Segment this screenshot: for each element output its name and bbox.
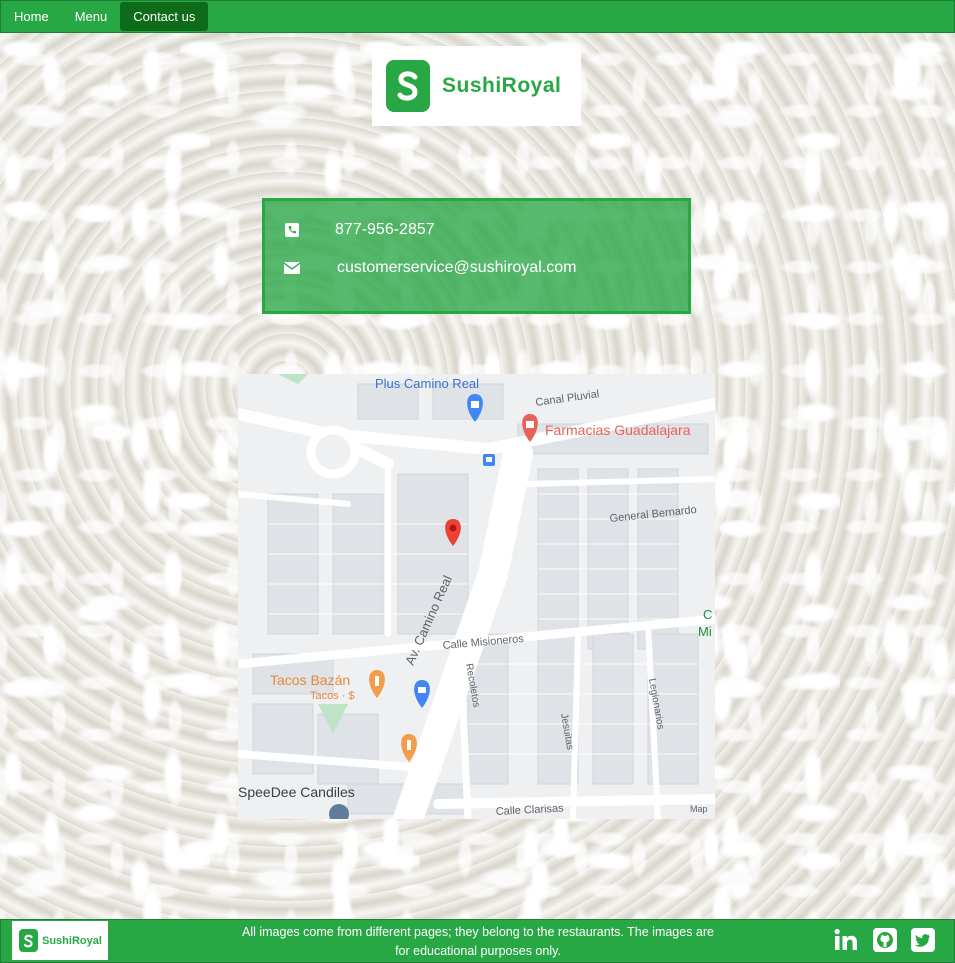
bus-stop-icon: [483, 454, 495, 466]
phone-number[interactable]: 877-956-2857: [335, 221, 435, 239]
email-row: customerservice@sushiroyal.com: [283, 259, 576, 277]
nav-home[interactable]: Home: [1, 1, 62, 32]
email-address[interactable]: customerservice@sushiroyal.com: [337, 259, 576, 277]
footer-logo: SushiRoyal: [12, 921, 108, 960]
map-label-speedee: SpeeDee Candiles: [238, 784, 355, 800]
envelope-icon: [283, 260, 301, 276]
nav-contact-us[interactable]: Contact us: [120, 2, 209, 31]
linkedin-icon[interactable]: [834, 928, 858, 952]
phone-square-icon: [283, 222, 301, 238]
brand-name: SushiRoyal: [442, 74, 562, 97]
navbar: Home Menu Contact us: [0, 0, 955, 33]
github-icon[interactable]: [873, 928, 897, 952]
map-label-edge-c: C: [703, 607, 712, 622]
logo-mark-icon: [386, 60, 430, 112]
footer: SushiRoyal All images come from differen…: [0, 919, 955, 963]
map-label-farmacias: Farmacias Guadalajara: [545, 422, 691, 438]
footer-brand-name: SushiRoyal: [42, 934, 102, 947]
brand-logo: SushiRoyal: [372, 46, 581, 126]
location-map[interactable]: Plus Camino Real Canal Pluvial Farmacias…: [238, 374, 715, 819]
map-label-tacos-sub: Tacos · $: [310, 690, 355, 702]
footer-logo-mark-icon: [19, 929, 38, 952]
map-label-plus: Plus Camino Real: [375, 376, 479, 391]
footer-disclaimer: All images come from different pages; th…: [241, 925, 714, 958]
map-credit: Map: [690, 804, 708, 814]
twitter-icon[interactable]: [911, 928, 935, 952]
map-label-edge-mi: Mi: [698, 624, 712, 639]
nav-menu[interactable]: Menu: [62, 1, 121, 32]
map-label-tacos: Tacos Bazán: [270, 672, 350, 688]
contact-panel: 877-956-2857 customerservice@sushiroyal.…: [262, 198, 691, 314]
phone-row: 877-956-2857: [283, 221, 435, 239]
